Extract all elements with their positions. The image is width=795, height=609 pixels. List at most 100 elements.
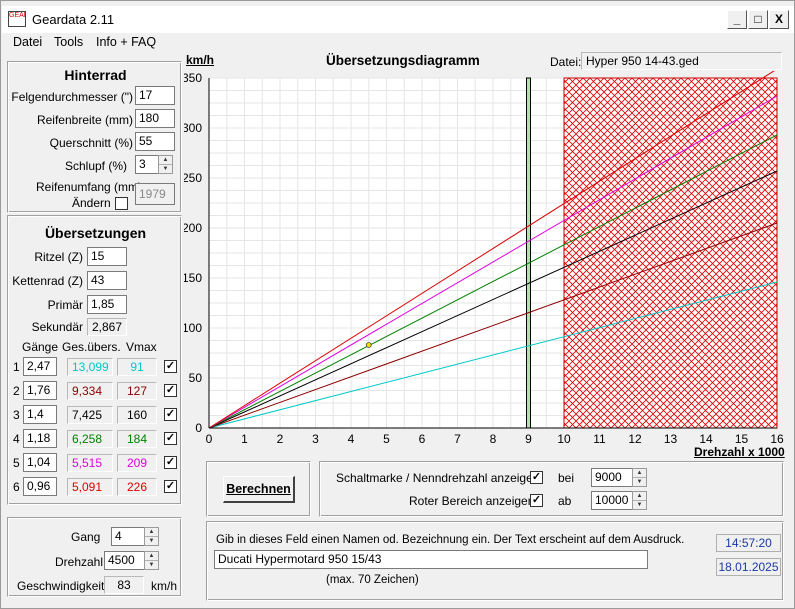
gear-vmax: 160 <box>117 406 157 424</box>
title-bar: GEAR Geardata 2.11 _ □ X <box>2 6 794 33</box>
menu-datei[interactable]: Datei <box>13 35 42 49</box>
menu-info-faq[interactable]: Info + FAQ <box>96 35 156 49</box>
gear-number: 5 <box>13 456 20 470</box>
felgen-input[interactable]: 17 <box>135 86 175 105</box>
gear-ratio-input[interactable]: 0,96 <box>23 477 57 496</box>
gear-total: 7,425 <box>67 406 113 424</box>
gear-number: 3 <box>13 408 20 422</box>
gear-checkbox[interactable]: ✓ <box>164 384 177 397</box>
breite-input[interactable]: 180 <box>135 109 175 128</box>
gear-ratio-input[interactable]: 1,76 <box>23 381 57 400</box>
gear-total: 5,515 <box>67 454 113 472</box>
x-tick-label: 10 <box>557 432 571 443</box>
app-window: GEAR Geardata 2.11 _ □ X Datei Tools Inf… <box>0 0 795 609</box>
felgen-label: Felgendurchmesser (") <box>11 90 133 104</box>
aendern-label: Ändern <box>72 196 111 210</box>
x-tick-label: 0 <box>206 432 213 443</box>
breite-label: Reifenbreite (mm) <box>36 113 133 127</box>
spin-down-icon[interactable]: ▼ <box>159 165 172 174</box>
gear-vmax: 226 <box>117 478 157 496</box>
gear-checkbox[interactable]: ✓ <box>164 408 177 421</box>
roter-label: Roter Bereich anzeigen <box>409 494 535 508</box>
maximize-button[interactable]: □ <box>748 10 768 29</box>
gear-total: 5,091 <box>67 478 113 496</box>
datei-label: Datei: <box>550 55 582 69</box>
querschnitt-input[interactable]: 55 <box>135 132 175 151</box>
gear-checkbox[interactable]: ✓ <box>164 480 177 493</box>
kettenrad-input[interactable]: 43 <box>87 271 127 290</box>
options-group: Schaltmarke / Nenndrehzahl anzeigen ✓ be… <box>319 461 784 517</box>
menu-tools[interactable]: Tools <box>54 35 83 49</box>
drehzahl-input[interactable]: 4500 <box>104 551 145 570</box>
schlupf-input[interactable]: 3 <box>135 155 159 174</box>
schlupf-spinner[interactable]: ▲ ▼ <box>158 155 173 174</box>
gear-ratio-input[interactable]: 1,4 <box>23 405 57 424</box>
spin-down-icon[interactable]: ▼ <box>145 561 158 570</box>
max-hint: (max. 70 Zeichen) <box>326 574 419 586</box>
y-tick-label: 150 <box>184 271 202 285</box>
minimize-button[interactable]: _ <box>727 10 747 29</box>
y-tick-label: 50 <box>189 371 203 385</box>
roter-input[interactable]: 10000 <box>591 491 633 510</box>
aendern-checkbox[interactable] <box>115 197 128 210</box>
schlupf-label: Schlupf (%) <box>64 159 127 173</box>
gang-label: Gang <box>71 530 101 544</box>
x-tick-label: 9 <box>525 432 532 443</box>
schaltmarke-label: Schaltmarke / Nenndrehzahl anzeigen <box>336 471 540 485</box>
gear-ratio-input[interactable]: 2,47 <box>23 357 57 376</box>
gang-input[interactable]: 4 <box>111 527 145 546</box>
close-button[interactable]: X <box>769 10 789 29</box>
gear-chart: 0 1 2 3 4 5 6 7 8 9 10 11 12 13 14 15 16 0 50 100 150 200 250 3… <box>182 68 786 446</box>
gear-checkbox[interactable]: ✓ <box>164 456 177 469</box>
gear-checkbox[interactable]: ✓ <box>164 432 177 445</box>
gear-number: 1 <box>13 360 20 374</box>
uebersetzungen-title: Übersetzungen <box>44 225 147 241</box>
spin-up-icon[interactable]: ▲ <box>159 156 172 165</box>
spin-up-icon[interactable]: ▲ <box>145 528 158 537</box>
berechnen-group: Berechnen <box>206 461 311 517</box>
operating-point-marker <box>365 342 372 348</box>
drehzahl-spinner[interactable]: ▲ ▼ <box>144 551 159 570</box>
roter-spinner[interactable]: ▲ ▼ <box>632 491 647 510</box>
spin-up-icon[interactable]: ▲ <box>633 469 646 478</box>
ritzel-label: Ritzel (Z) <box>34 250 83 264</box>
spin-up-icon[interactable]: ▲ <box>145 552 158 561</box>
gang-group: Gang 4 ▲ ▼ Drehzahl 4500 ▲ ▼ Geschwindigke… <box>7 517 182 597</box>
primaer-input[interactable]: 1,85 <box>87 295 127 314</box>
sekundaer-value: 2,867 <box>87 318 127 336</box>
schaltmarke-input[interactable]: 9000 <box>591 468 633 487</box>
hinterrad-title: Hinterrad <box>64 67 127 83</box>
kettenrad-label: Kettenrad (Z) <box>12 274 83 288</box>
gear-ratio-input[interactable]: 1,04 <box>23 453 57 472</box>
roter-checkbox[interactable]: ✓ <box>530 494 543 507</box>
gear-vmax: 91 <box>117 358 157 376</box>
ritzel-input[interactable]: 15 <box>87 247 127 266</box>
spin-down-icon[interactable]: ▼ <box>145 537 158 546</box>
primaer-label: Primär <box>47 298 83 312</box>
spin-down-icon[interactable]: ▼ <box>633 478 646 487</box>
gear-ratio-input[interactable]: 1,18 <box>23 429 57 448</box>
gang-spinner[interactable]: ▲ ▼ <box>144 527 159 546</box>
y-tick-label: 300 <box>184 121 202 135</box>
spin-down-icon[interactable]: ▼ <box>633 501 646 510</box>
col-gaenge: Gänge <box>22 340 59 354</box>
sekundaer-label: Sekundär <box>31 320 83 334</box>
schaltmarke-checkbox[interactable]: ✓ <box>530 471 543 484</box>
x-tick-label: 3 <box>312 432 319 443</box>
gear-checkbox[interactable]: ✓ <box>164 360 177 373</box>
gear-number: 6 <box>13 480 20 494</box>
x-tick-label: 6 <box>419 432 426 443</box>
name-input[interactable]: Ducati Hypermotard 950 15/43 <box>214 550 648 569</box>
schaltmarke-spinner[interactable]: ▲ ▼ <box>632 468 647 487</box>
berechnen-button[interactable]: Berechnen <box>223 476 295 503</box>
x-tick-label: 8 <box>490 432 497 443</box>
time-display: 14:57:20 <box>716 534 781 552</box>
y-tick-label: 100 <box>184 321 202 335</box>
umfang-input[interactable]: 1979 <box>135 183 175 205</box>
x-tick-label: 16 <box>770 432 784 443</box>
name-hint: Gib in dieses Feld einen Namen od. Bezei… <box>216 534 685 546</box>
gear-number: 4 <box>13 432 20 446</box>
spin-up-icon[interactable]: ▲ <box>633 492 646 501</box>
x-tick-label: 13 <box>664 432 678 443</box>
chart-ylabel: km/h <box>186 53 215 67</box>
